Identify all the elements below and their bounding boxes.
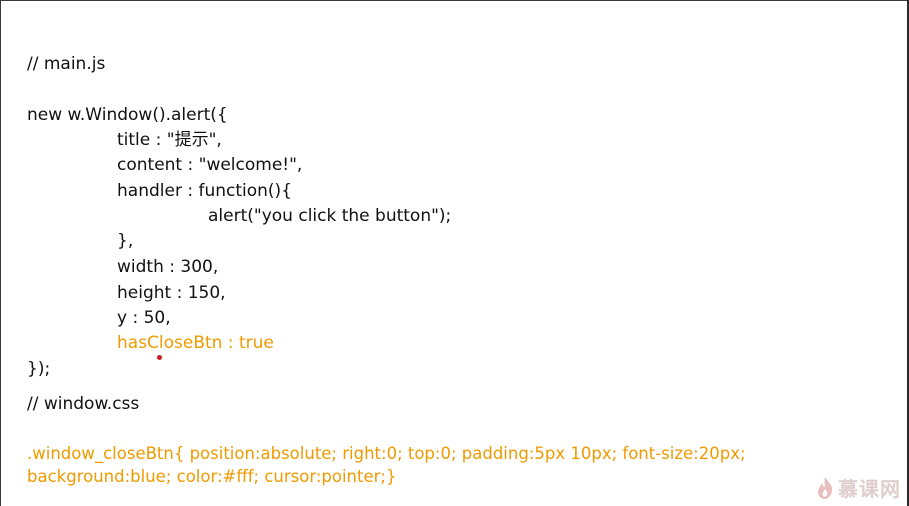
watermark: 慕课网	[816, 473, 901, 502]
flame-icon	[816, 476, 834, 500]
code-line-alert: alert("you click the button");	[208, 206, 452, 226]
code-line-main-comment: // main.js	[27, 54, 106, 74]
css-line-1: .window_closeBtn{ position:absolute; rig…	[27, 444, 746, 463]
code-line-alert-call: new w.Window().alert({	[27, 105, 228, 125]
code-line-title: title : "提示",	[117, 130, 222, 150]
code-line-css-comment: // window.css	[27, 394, 140, 414]
code-line-close-brace: },	[117, 231, 134, 251]
code-line-content: content : "welcome!",	[117, 155, 303, 175]
mouse-cursor-dot	[157, 355, 162, 360]
code-line-height: height : 150,	[117, 283, 226, 303]
code-line-y: y : 50,	[117, 308, 171, 328]
watermark-text: 慕课网	[838, 477, 901, 501]
css-line-2: background:blue; color:#fff; cursor:poin…	[27, 467, 397, 486]
code-line-hasclosebtn: hasCloseBtn : true	[117, 333, 274, 353]
slide-frame	[0, 0, 908, 506]
code-line-handler: handler : function(){	[117, 181, 292, 201]
code-line-end: });	[27, 359, 51, 379]
code-line-width: width : 300,	[117, 257, 219, 277]
